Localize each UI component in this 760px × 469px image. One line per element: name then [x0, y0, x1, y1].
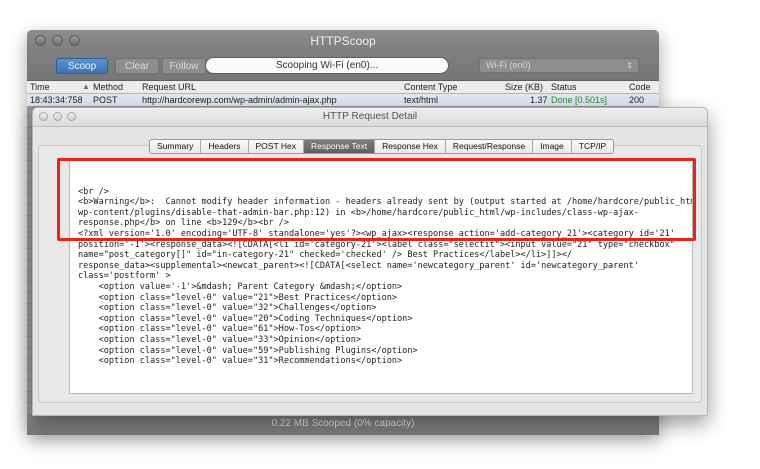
row-code: 200: [629, 95, 645, 105]
row-time: 18:43:34:758: [30, 95, 83, 105]
detail-title-bar: HTTP Request Detail: [33, 108, 707, 127]
sort-indicator-icon: ▲: [82, 82, 90, 91]
detail-window-title: HTTP Request Detail: [322, 111, 418, 122]
response-line: <option class="level-0" value="61">How-T…: [78, 324, 362, 335]
response-line: <option class="level-0" value="20">Codin…: [78, 313, 413, 324]
scoop-footer-status: 0.22 MB Scooped (0% capacity): [27, 413, 659, 435]
column-header-content-type[interactable]: Content Type: [404, 81, 457, 93]
tab-response-text[interactable]: Response Text: [303, 140, 376, 153]
tab-image[interactable]: Image: [533, 140, 572, 153]
scoop-button[interactable]: Scoop: [56, 58, 108, 74]
scoop-status-field: Scooping Wi-Fi (en0)...: [205, 57, 449, 74]
row-url: http://hardcorewp.com/wp-admin/admin-aja…: [142, 95, 337, 105]
follow-button[interactable]: Follow: [162, 58, 206, 74]
column-header-method[interactable]: Method: [93, 81, 123, 93]
row-content-type: text/html: [404, 95, 439, 105]
tab-request-response[interactable]: Request/Response: [446, 140, 534, 153]
interface-select-value: Wi-Fi (en0): [486, 60, 531, 70]
column-header-url[interactable]: Request URL: [142, 81, 196, 93]
column-header-code[interactable]: Code: [629, 81, 651, 93]
tab-response-hex[interactable]: Response Hex: [375, 140, 446, 153]
request-table-header: Time ▲ Method Request URL Content Type S…: [27, 81, 659, 94]
clear-button[interactable]: Clear: [115, 58, 159, 74]
response-line: <option class="level-0" value="59">Publi…: [78, 345, 418, 356]
response-line: name="post_category[]" id="in-category-2…: [78, 250, 572, 261]
table-row[interactable]: 18:43:34:758 POST http://hardcorewp.com/…: [27, 94, 659, 106]
response-line: <option class="level-0" value="21">Best …: [78, 292, 398, 303]
tab-headers[interactable]: Headers: [201, 140, 249, 153]
column-header-status[interactable]: Status: [551, 81, 577, 93]
response-line: <option class="level-0" value="32">Chall…: [78, 303, 377, 314]
tab-post-hex[interactable]: POST Hex: [249, 140, 304, 153]
warning-highlight-box: [57, 158, 696, 241]
response-line: position='-1'><response_data><![CDATA[<l…: [78, 239, 675, 250]
row-status: Done [0.501s]: [551, 95, 608, 105]
column-header-time[interactable]: Time: [30, 81, 50, 93]
row-method: POST: [93, 95, 118, 105]
main-toolbar: Scoop Clear Follow Scooping Wi-Fi (en0).…: [27, 52, 659, 81]
column-header-size[interactable]: Size (KB): [505, 81, 543, 93]
interface-select[interactable]: Wi-Fi (en0) ⇕: [479, 58, 639, 73]
response-line: <option class="level-0" value="33">Opini…: [78, 334, 362, 345]
main-window-title: HTTPScoop: [310, 34, 376, 48]
tab-summary[interactable]: Summary: [150, 140, 202, 153]
response-line: <option class="level-0" value="31">Recom…: [78, 356, 403, 367]
response-line: response_data><supplemental><newcat_pare…: [78, 260, 639, 271]
detail-tab-bar: Summary Headers POST Hex Response Text R…: [149, 139, 615, 154]
main-title-bar: HTTPScoop: [27, 30, 659, 52]
select-arrows-icon: ⇕: [626, 61, 633, 70]
response-line: class='postform' >: [78, 271, 171, 282]
response-line: <option value='-1'>&mdash; Parent Catego…: [78, 281, 403, 292]
row-size: 1.37: [530, 95, 548, 105]
http-request-detail-window: HTTP Request Detail <br /> <b>Warning</b>…: [32, 107, 708, 416]
tab-tcp-ip[interactable]: TCP/IP: [572, 140, 613, 153]
